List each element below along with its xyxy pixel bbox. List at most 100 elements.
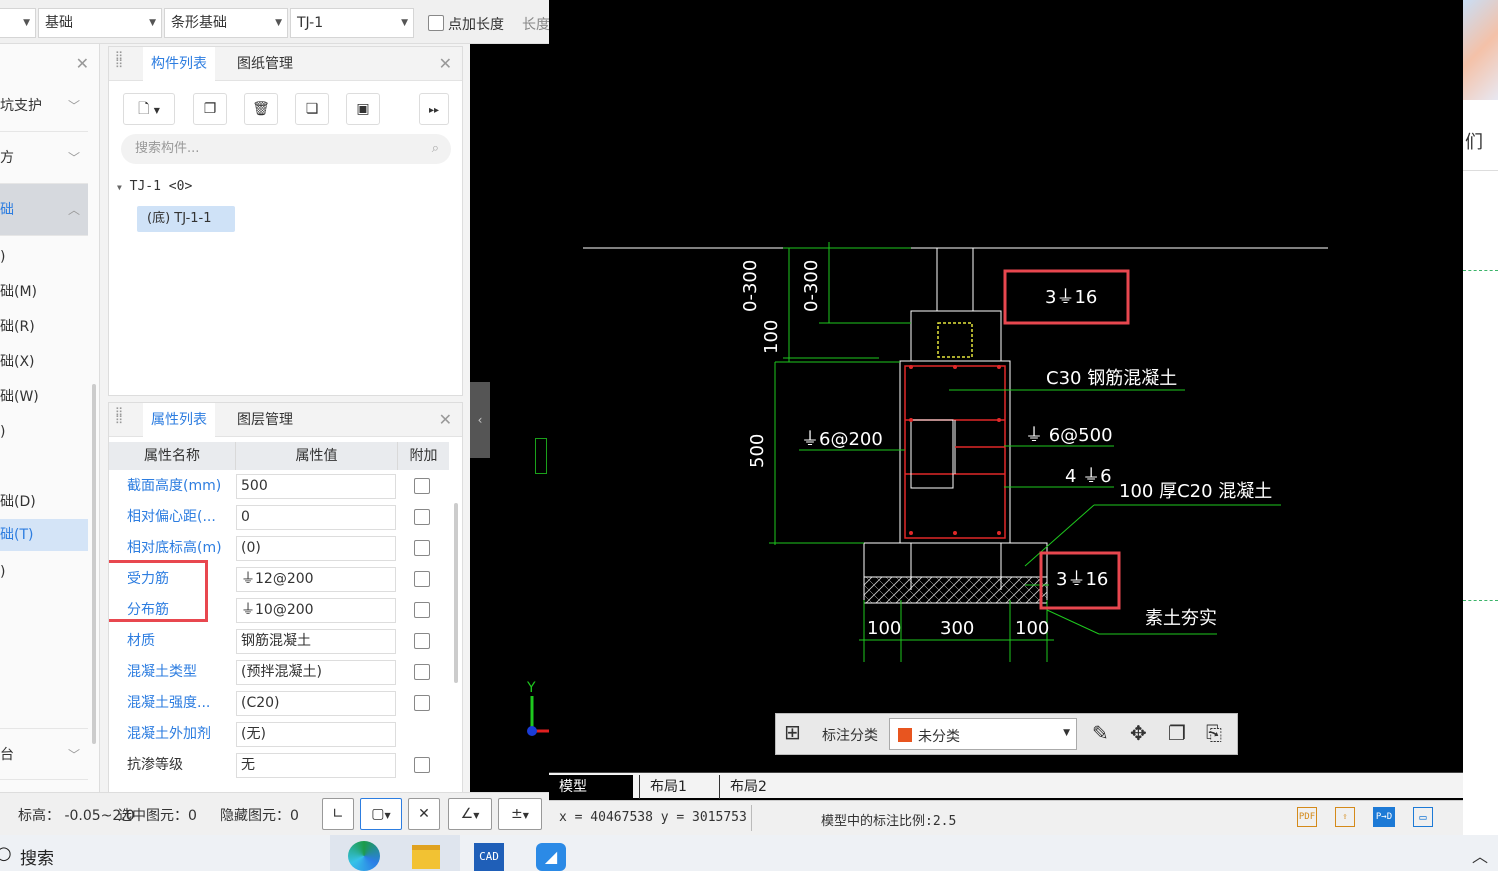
tab-layout-2[interactable]: 布局2 [719,775,793,799]
cad-canvas[interactable]: 3⏚16 C30 钢筋混凝土 ⏚6@200 ⏚ 6@500 4 ⏚6 100 厚… [549,0,1463,772]
annot-soil: 素土夯实 [1145,608,1217,629]
extra-checkbox[interactable] [414,509,430,525]
property-value-input[interactable]: ⏚10@200 [236,598,396,623]
search-placeholder: 搜索构件... [135,141,200,156]
layout-tabs: 模型 布局1 布局2 [549,772,1463,799]
chevron-up-icon: ︿ [67,203,80,217]
search-input[interactable]: 搜索构件... ⌕ [121,134,451,164]
extra-checkbox[interactable] [414,633,430,649]
tree-node-child[interactable]: (底) TJ-1-1 [137,206,235,232]
tab-property-list[interactable]: 属性列表 [143,403,215,437]
annot-bottom-rebar: 3⏚16 [1056,569,1108,590]
collapse-handle[interactable]: ‹ [470,382,490,458]
edit-icon[interactable]: ✎ [1092,721,1109,745]
dim-100-right: 100 [1015,618,1049,639]
nav-item[interactable]: 础(M) [0,276,88,308]
edge-browser-icon[interactable] [348,841,380,871]
extra-checkbox[interactable] [414,757,430,773]
grid-icon[interactable]: ⊞ [784,720,801,744]
close-icon[interactable]: ✕ [439,403,452,437]
save-button[interactable]: ▣ [346,93,380,125]
pdf-icon[interactable]: PDF [1297,807,1317,827]
component-select[interactable]: TJ-1 ▼ [290,8,414,38]
select-mode-button[interactable]: ▢▼ [360,798,402,830]
tab-drawing-management[interactable]: 图纸管理 [229,47,301,81]
table-row: 混凝土强度... (C20) [109,688,449,719]
property-value-input[interactable]: (无) [236,722,396,747]
new-file-icon: 🗋 [138,101,150,117]
property-value-input[interactable]: (C20) [236,691,396,716]
window-icon[interactable]: ▭ [1413,807,1433,827]
nav-item[interactable]: 础(X) [0,346,88,378]
offset-button[interactable]: ±▼ [498,798,542,830]
property-name: 混凝土外加剂 [127,726,211,742]
close-icon[interactable]: ✕ [439,47,452,81]
tree-node-parent[interactable]: ▼ TJ-1 <0> [117,179,192,194]
scrollbar[interactable] [92,384,96,744]
extra-checkbox[interactable] [414,478,430,494]
nav-item-selected[interactable]: 础(T) [0,519,88,551]
category-select[interactable]: 基础 ▼ [38,8,162,38]
side-text: 们 [1465,132,1483,153]
export-icon[interactable]: ⇪ [1335,807,1355,827]
paste-icon[interactable]: ⎘ [1206,721,1222,745]
extra-checkbox[interactable] [414,571,430,587]
nav-item[interactable]: ) [0,416,88,448]
tab-component-list[interactable]: 构件列表 [143,47,215,81]
close-icon[interactable]: ✕ [76,54,89,73]
property-value-input[interactable]: ⏚12@200 [236,567,396,592]
duplicate-button[interactable]: ❏ [295,93,329,125]
scrollbar[interactable] [454,503,458,683]
axis-origin [527,726,537,736]
angle-button[interactable]: ∠▼ [448,798,492,830]
annot-c20-bed: 100 厚C20 混凝土 [1119,481,1272,502]
extra-checkbox[interactable] [414,602,430,618]
more-button[interactable]: ▸▸ [419,93,449,125]
trash-icon: 🗑 [252,101,270,117]
new-component-button[interactable]: 🗋 ▼ [123,93,175,125]
table-row: 截面高度(mm) 500 [109,471,449,502]
nav-item[interactable]: ) [0,241,88,273]
property-value-input[interactable]: (0) [236,536,396,561]
copy-icon[interactable]: ❐ [1168,721,1186,745]
property-value-input[interactable]: 500 [236,474,396,499]
move-icon[interactable]: ✥ [1130,721,1147,745]
delete-button[interactable]: 🗑 [244,93,278,125]
nav-section-2[interactable]: 础 ︿ [0,184,88,236]
nav-section-1[interactable]: 方 ﹀ [0,132,88,184]
copy-button[interactable]: ❐ [193,93,227,125]
chevron-down-icon: ﹀ [67,748,80,762]
drawing-geometry [583,242,1328,662]
tab-model[interactable]: 模型 [549,775,633,799]
drag-handle-icon[interactable]: ⠿ ⠿ [115,51,125,77]
extra-checkbox[interactable] [414,540,430,556]
ortho-button[interactable]: ∟ [322,798,354,830]
cross-button[interactable]: ✕ [408,798,440,830]
chevron-up-icon[interactable]: ︿ [1472,843,1488,867]
nav-item[interactable]: ) [0,556,88,588]
taskbar-search[interactable]: 搜索 [20,844,54,869]
nav-item[interactable]: 础(R) [0,311,88,343]
app-icon[interactable]: ◢ [536,843,566,871]
tab-layout-1[interactable]: 布局1 [639,775,713,799]
cad-app-icon[interactable]: CAD [474,843,504,871]
property-value-input[interactable]: 无 [236,753,396,778]
convert-icon[interactable]: P→D [1373,807,1395,827]
property-value-input[interactable]: 0 [236,505,396,530]
annotation-category-select[interactable]: 未分类 ▼ [889,718,1077,750]
extra-checkbox[interactable] [414,695,430,711]
drag-handle-icon[interactable]: ⠿ ⠿ [115,407,125,433]
nav-section-0[interactable]: 坑支护 ﹀ [0,80,88,132]
extra-checkbox[interactable] [414,664,430,680]
type-select[interactable]: 条形基础 ▼ [164,8,288,38]
nav-section-3[interactable]: 台 ﹀ [0,728,88,780]
nav-item[interactable]: 础(D) [0,486,88,518]
save-icon: ▣ [356,101,370,117]
file-explorer-icon[interactable] [412,845,440,869]
property-value-input[interactable]: 钢筋混凝土 [236,629,396,654]
add-length-checkbox[interactable] [428,15,444,31]
nav-item[interactable]: 础(W) [0,381,88,413]
tab-layer-management[interactable]: 图层管理 [229,403,301,437]
floor-select[interactable]: ▼ [0,8,36,38]
property-value-input[interactable]: (预拌混凝土) [236,660,396,685]
